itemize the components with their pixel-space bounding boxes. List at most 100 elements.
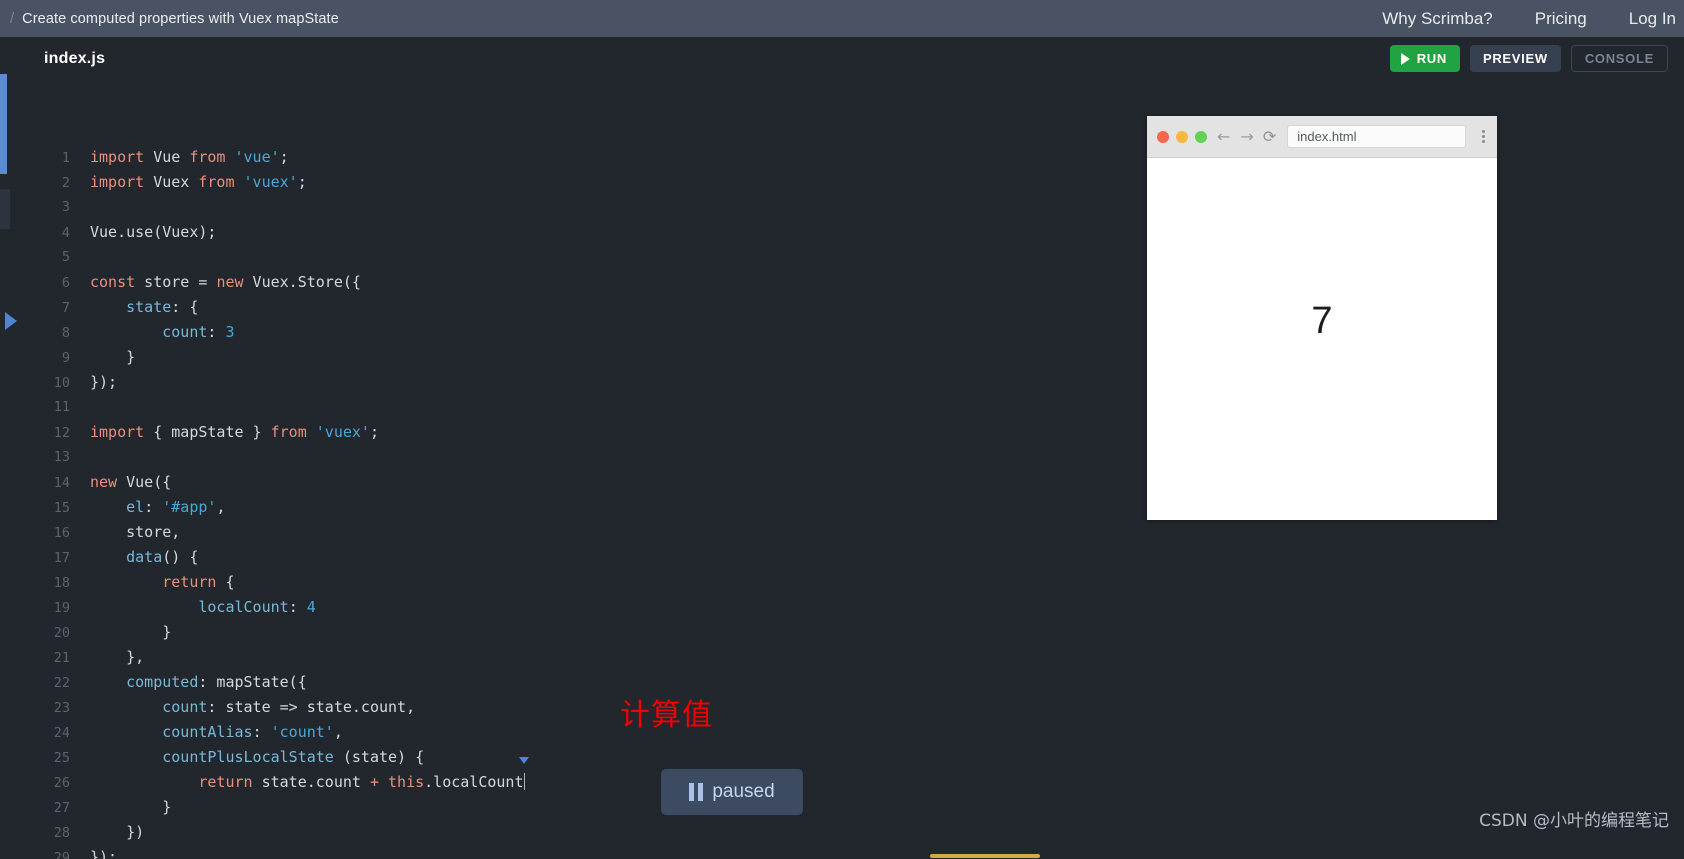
rendered-count-value: 7 [1311,300,1333,342]
code-line[interactable]: 20 } [22,620,1222,645]
browser-menu-kebab-icon[interactable] [1482,130,1485,143]
preview-button[interactable]: PREVIEW [1469,45,1561,72]
url-bar[interactable]: index.html [1287,125,1466,148]
window-maximize-dot-icon[interactable] [1195,130,1207,143]
code-line[interactable]: 10}); [22,370,1222,395]
code-token: import [90,423,145,441]
line-text: Vue.use(Vuex); [70,220,216,245]
code-line[interactable]: 7 state: { [22,295,1222,320]
code-token: + [369,773,379,791]
window-close-dot-icon[interactable] [1157,130,1169,143]
code-token: 'count' [270,723,334,741]
code-line[interactable]: 9 } [22,345,1222,370]
code-token: : mapState({ [198,673,307,691]
browser-chrome-bar: ← → ⟳ index.html [1147,116,1497,158]
browser-preview-viewport: 7 [1147,158,1497,520]
code-line[interactable]: 28 }) [22,820,1222,845]
code-line[interactable]: 13 [22,445,1222,470]
reload-icon[interactable]: ⟳ [1263,127,1276,146]
code-token: { mapState } [144,423,271,441]
code-line[interactable]: 4 Vue.use(Vuex); [22,220,1222,245]
line-number: 2 [61,175,70,191]
window-minimize-dot-icon[interactable] [1176,130,1188,143]
code-token: Vuex.Store({ [243,273,361,291]
code-line[interactable]: 6 const store = new Vuex.Store({ [22,270,1222,295]
line-number: 5 [61,249,70,265]
console-button[interactable]: CONSOLE [1570,45,1668,72]
paused-label: paused [712,781,775,802]
code-line[interactable]: 5 [22,245,1222,270]
nav-link-why-scrimba[interactable]: Why Scrimba? [1382,9,1493,29]
nav-link-pricing[interactable]: Pricing [1535,9,1587,29]
line-text: store, [70,520,180,545]
code-line[interactable]: 2 import Vuex from 'vuex'; [22,170,1222,195]
code-token: : { [171,298,199,316]
line-number: 27 [53,800,70,816]
code-token: localCount [198,598,289,616]
line-number: 24 [53,725,70,741]
nav-link-log-in[interactable]: Log In [1629,9,1676,29]
line-number: 3 [61,199,70,215]
line-text: } [70,345,135,370]
line-text: }, [70,645,144,670]
line-text: return { [70,570,235,595]
code-token: : [207,323,226,341]
line-number: 16 [53,525,70,541]
line-text: count: state => state.count, [70,695,415,720]
code-line[interactable]: 27 } [22,795,1222,820]
code-line[interactable]: 8 count: 3 [22,320,1222,345]
code-line[interactable]: 3 [22,195,1222,220]
paused-playback-button[interactable]: paused [661,769,803,815]
code-line[interactable]: 1 import Vue from 'vue'; [22,145,1222,170]
editor-filename-tab[interactable]: index.js [44,50,105,68]
code-line[interactable]: 29}); [22,845,1222,859]
code-editor-content[interactable]: 1 import Vue from 'vue'; 2 import Vuex from… [22,145,1222,859]
line-number: 1 [61,150,70,166]
code-token: : [144,498,163,516]
code-line[interactable]: 19 localCount: 4 [22,595,1222,620]
line-number: 28 [53,825,70,841]
line-number: 10 [53,375,70,391]
code-line[interactable]: 15 el: '#app', [22,495,1222,520]
code-token: 'vuex' [315,423,370,441]
code-line[interactable]: 14 new Vue({ [22,470,1222,495]
code-line[interactable]: 16 store, [22,520,1222,545]
left-rail [0,37,22,859]
scrimba-screencast-app: / Create computed properties with Vuex m… [0,0,1684,859]
rail-progress-marker [0,74,7,174]
code-token: 3 [225,323,235,341]
playback-progress-bar[interactable] [930,854,1040,858]
back-arrow-icon[interactable]: ← [1217,127,1230,146]
run-button[interactable]: RUN [1389,45,1460,72]
code-token: 4 [306,598,316,616]
line-text: } [70,795,171,820]
code-line[interactable]: 12 import { mapState } from 'vuex'; [22,420,1222,445]
code-token: 'vue' [234,148,280,166]
play-cursor-icon[interactable] [5,312,17,330]
line-text: return state.count + this.localCount [70,757,529,795]
code-line[interactable]: 26 return state.count + this.localCount [22,757,1222,795]
code-token: } [90,348,136,366]
forward-arrow-icon[interactable]: → [1240,127,1253,146]
code-token: { [216,573,235,591]
code-token: , [216,498,226,516]
line-number: 8 [61,325,70,341]
code-line[interactable]: 25 countPlusLocalState (state) { [22,745,1222,770]
code-token: Vue [144,148,190,166]
code-line[interactable]: 17 data() { [22,545,1222,570]
code-token: Vue({ [117,473,172,491]
line-text: countAlias: 'count', [70,720,343,745]
line-text: import Vue from 'vue'; [70,145,289,170]
code-token: countAlias [162,723,253,741]
code-line[interactable]: 11 [22,395,1222,420]
code-line[interactable]: 18 return { [22,570,1222,595]
code-token: }); [90,848,118,859]
code-token: '#app' [162,498,217,516]
line-text: } [70,620,171,645]
line-text: }); [70,370,117,395]
code-line[interactable]: 21 }, [22,645,1222,670]
